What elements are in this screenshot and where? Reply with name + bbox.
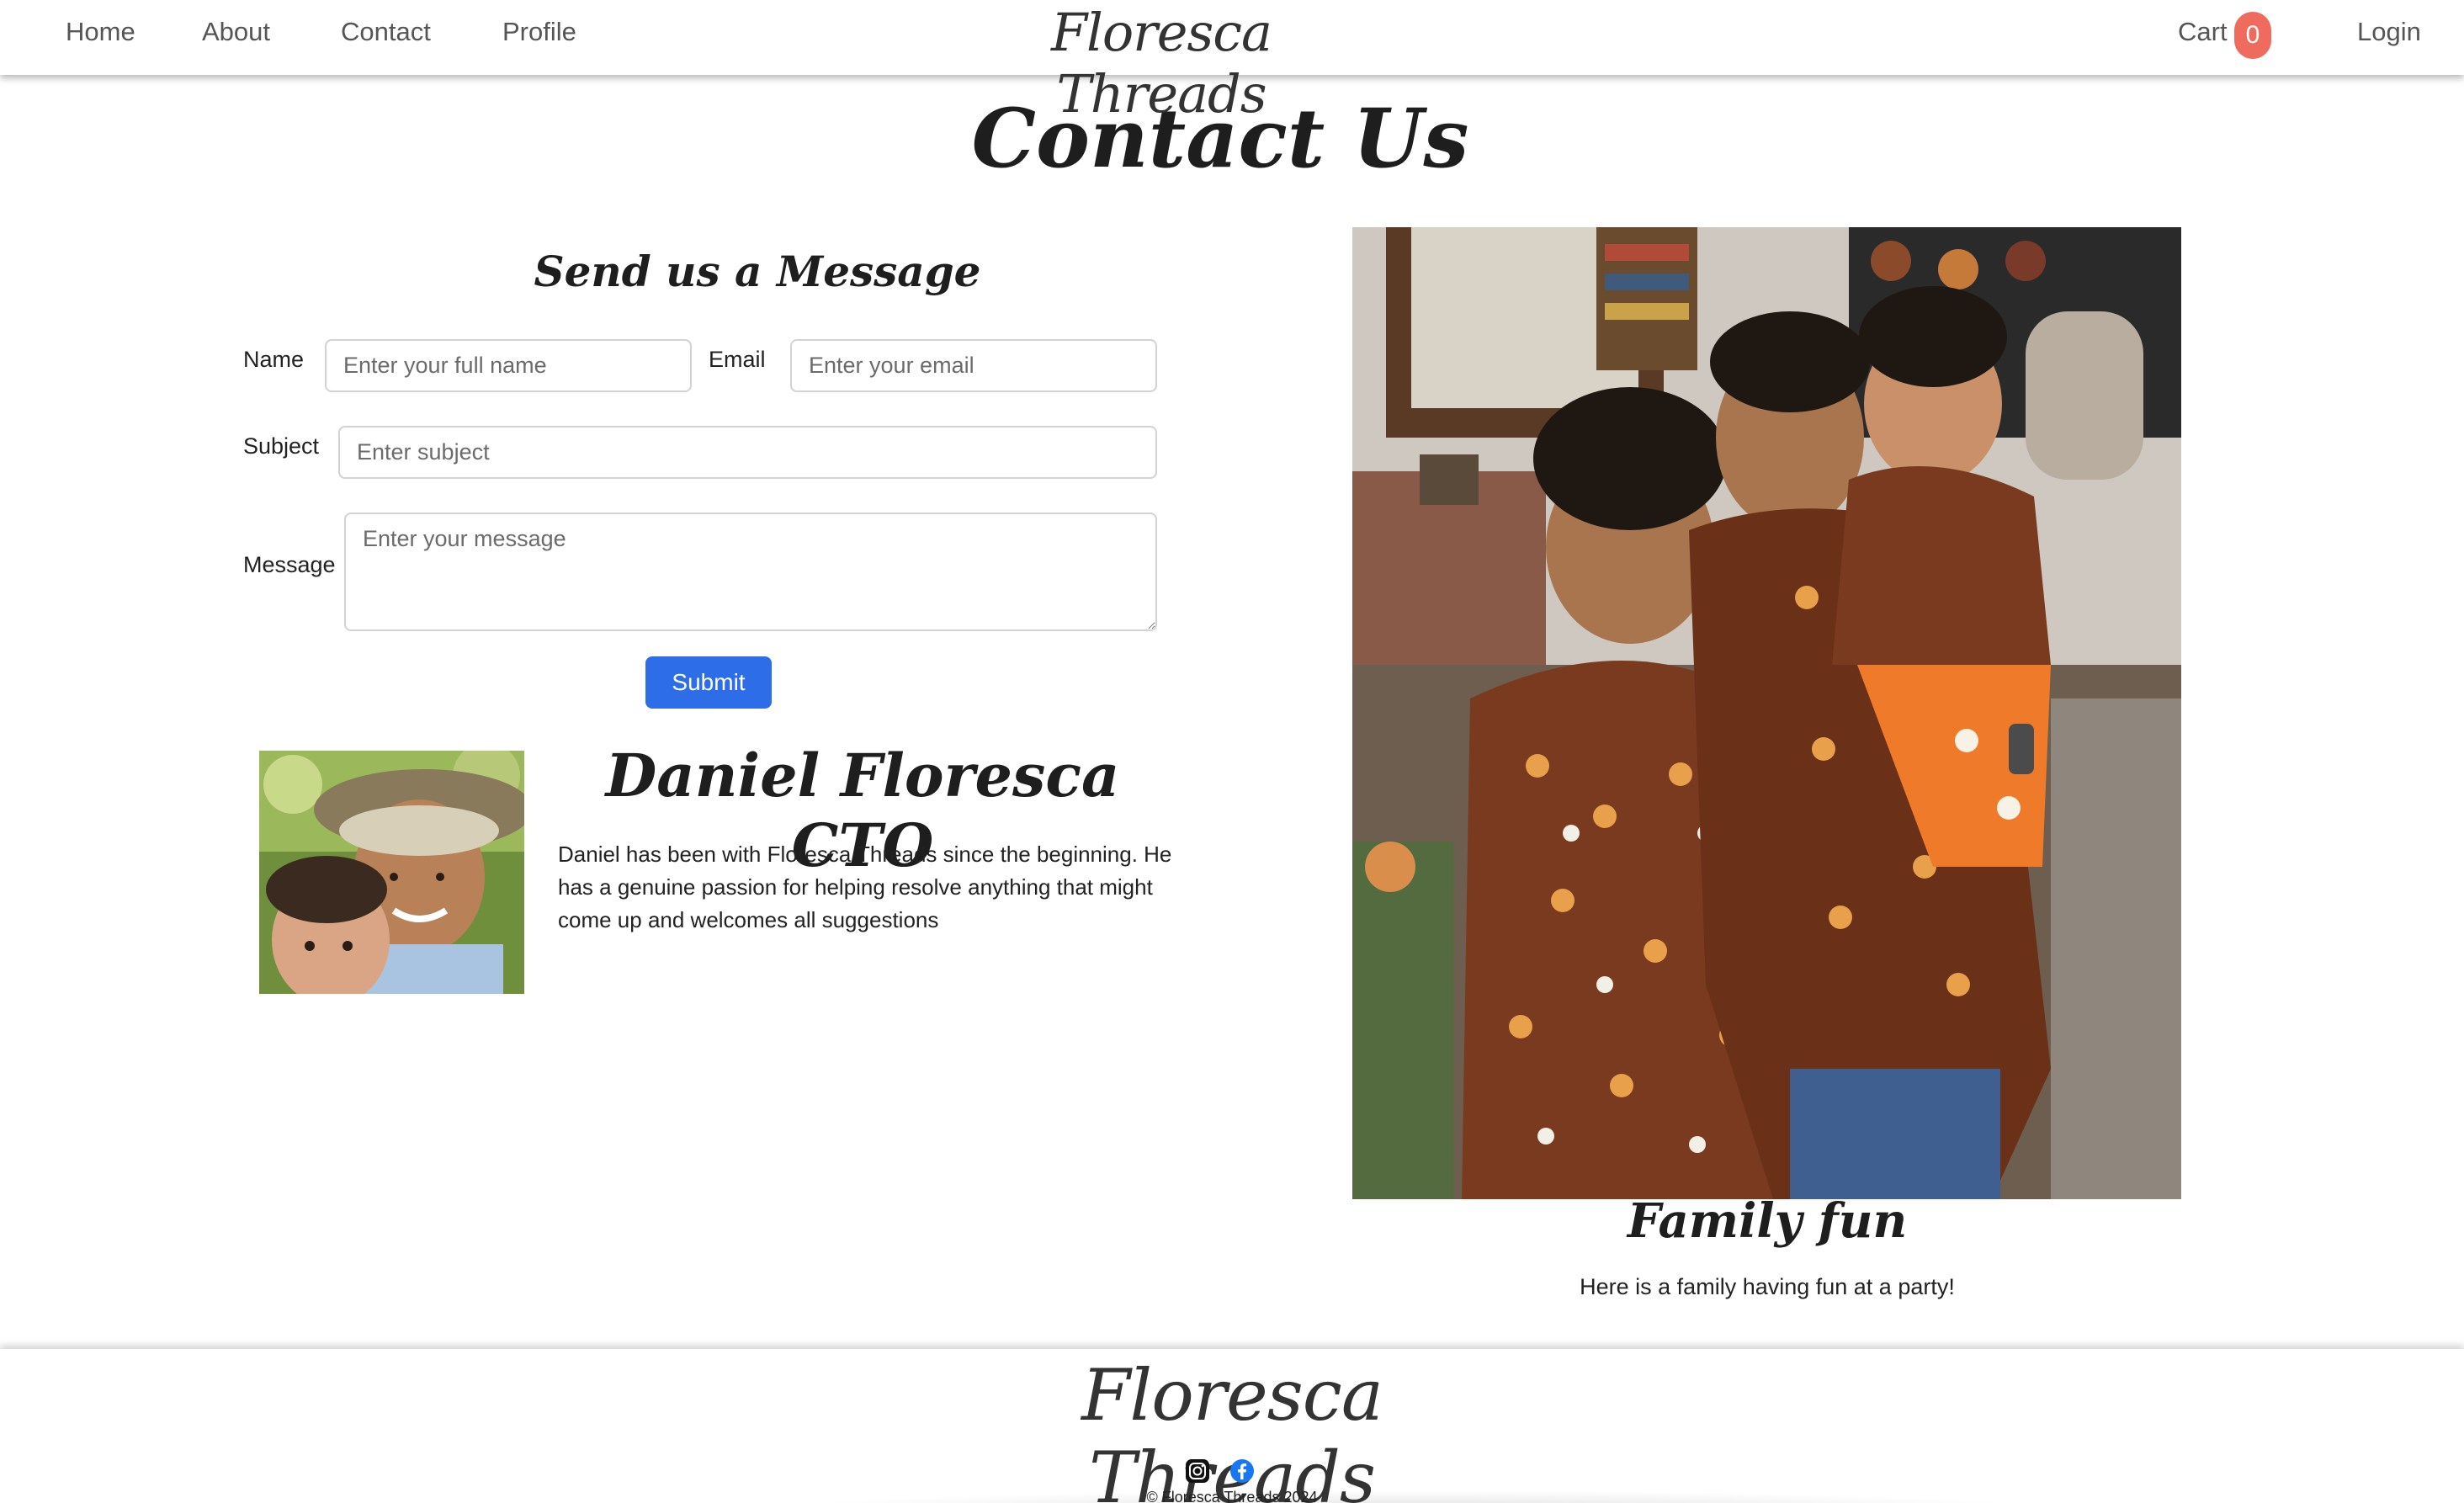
nav-link-contact[interactable]: Contact — [341, 17, 431, 47]
cto-bio: Daniel has been with Floresca Threads si… — [558, 842, 1172, 932]
top-navbar: Home About Contact Profile Floresca Thre… — [0, 0, 2464, 125]
name-label: Name — [243, 347, 305, 372]
cart-link[interactable]: Cart — [2178, 17, 2228, 47]
nav-link-profile[interactable]: Profile — [502, 17, 576, 47]
nav-link-home[interactable]: Home — [66, 17, 135, 47]
message-textarea[interactable] — [344, 513, 1157, 631]
cart-count-badge: 0 — [2234, 12, 2271, 59]
facebook-icon[interactable] — [1229, 1458, 1255, 1484]
subject-label: Subject — [243, 433, 320, 459]
message-label: Message — [243, 552, 336, 577]
cto-photo — [259, 751, 524, 994]
form-title: Send us a Message — [534, 247, 981, 296]
email-label: Email — [709, 347, 766, 372]
copyright-text: © Floresca Threads 2024 — [1146, 1489, 1318, 1503]
family-photo — [1352, 227, 2181, 1199]
nav-link-about[interactable]: About — [202, 17, 270, 47]
name-input[interactable] — [325, 339, 692, 392]
submit-button[interactable]: Submit — [645, 656, 772, 709]
instagram-icon[interactable] — [1185, 1458, 1210, 1484]
login-link[interactable]: Login — [2357, 17, 2421, 47]
email-input[interactable] — [790, 339, 1157, 392]
family-text: Here is a family having fun at a party! — [1580, 1274, 1955, 1299]
subject-input[interactable] — [338, 426, 1157, 479]
family-caption: Family fun — [1627, 1193, 1908, 1249]
footer: Floresca Threads © Floresca Threads 2024 — [0, 1349, 2464, 1503]
brand-logo[interactable]: Floresca Threads — [993, 2, 1330, 125]
